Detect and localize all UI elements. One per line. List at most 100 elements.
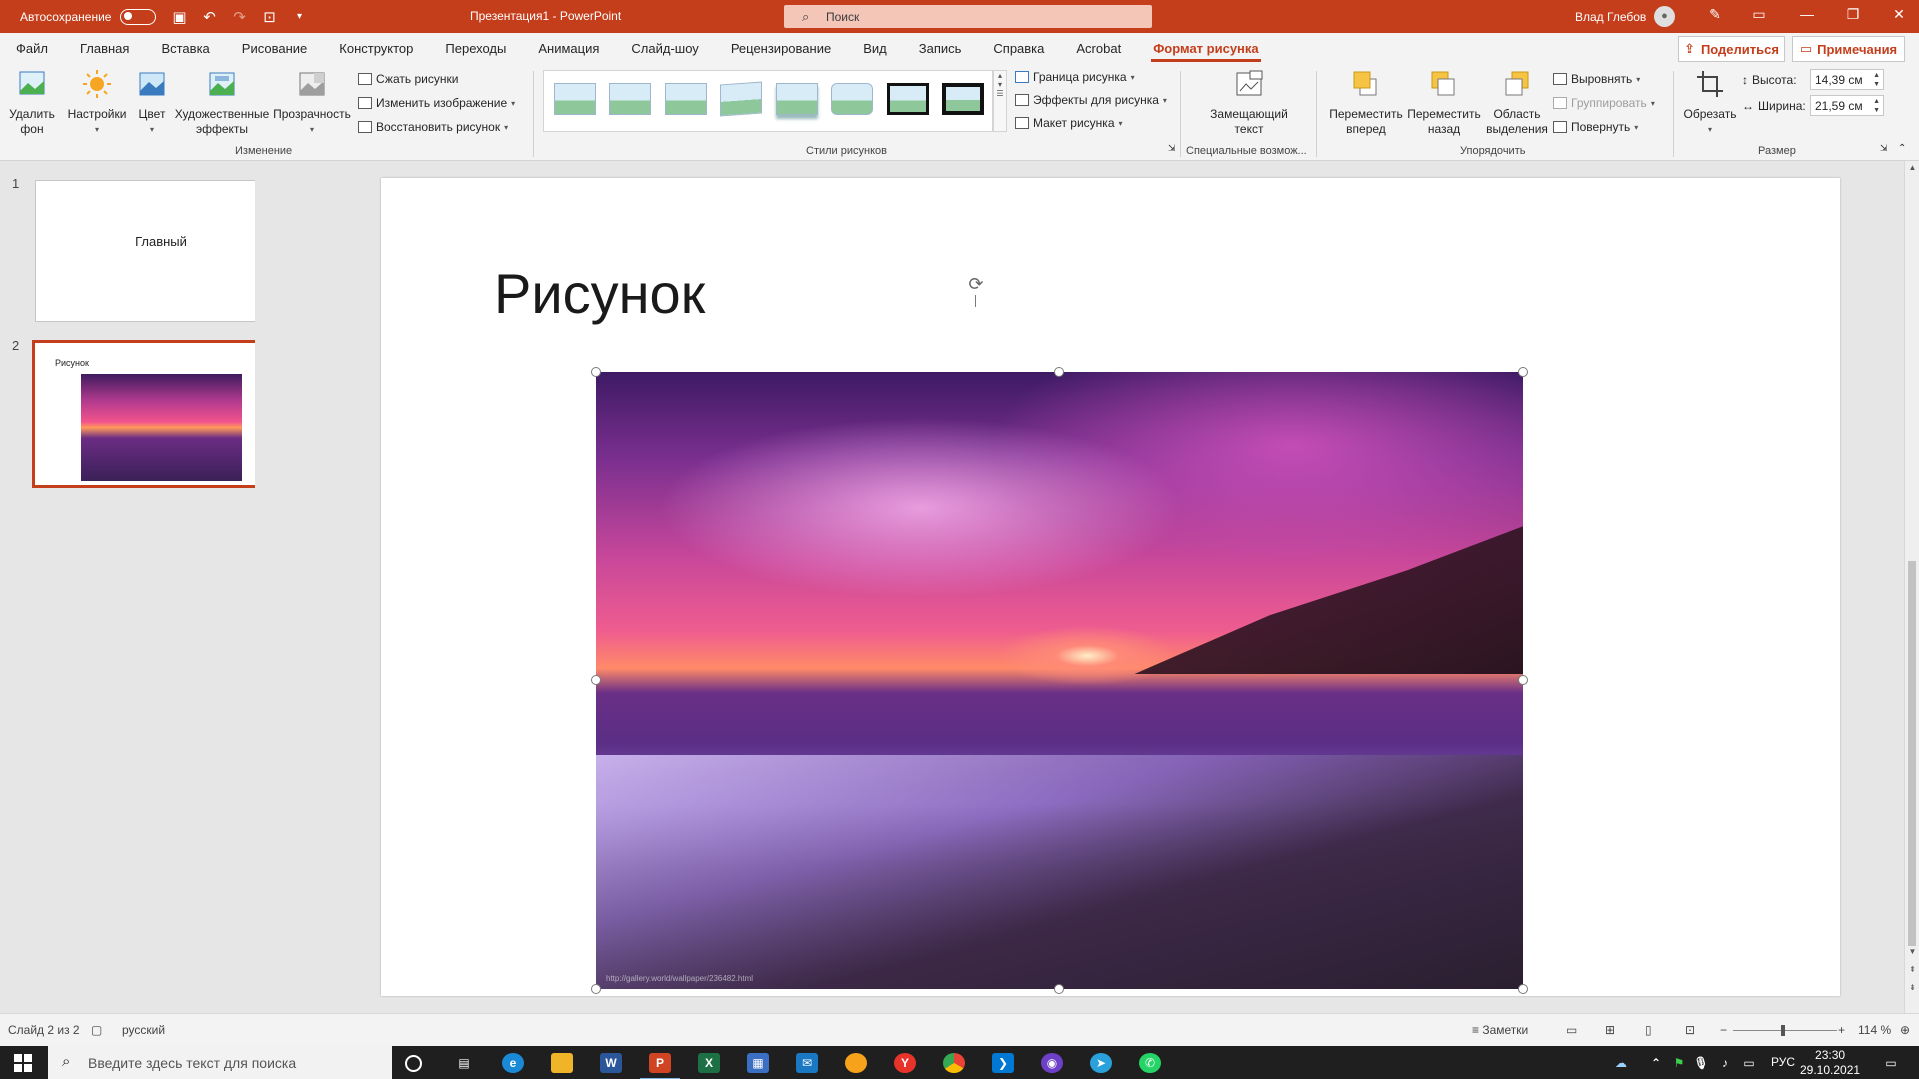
tab-picture-format[interactable]: Формат рисунка bbox=[1137, 33, 1274, 65]
slide-canvas[interactable]: Рисунок ⟳ http://gallery.world/wallpaper… bbox=[381, 178, 1840, 996]
picture-border-button[interactable]: Граница рисунка ▾ bbox=[1015, 70, 1135, 84]
onedrive-icon[interactable]: ☁ bbox=[1610, 1053, 1632, 1073]
comments-button[interactable]: ▭ Примечания bbox=[1792, 36, 1905, 62]
slide-title[interactable]: Рисунок bbox=[494, 261, 705, 326]
powerpoint-taskbar-icon[interactable]: P bbox=[640, 1053, 680, 1079]
remove-background-button[interactable]: Удалить фон bbox=[6, 69, 58, 137]
tab-slideshow[interactable]: Слайд-шоу bbox=[615, 33, 714, 65]
autosave-toggle[interactable] bbox=[120, 8, 157, 25]
minimize-icon[interactable]: — bbox=[1792, 6, 1822, 22]
resize-handle-bottom[interactable] bbox=[1054, 984, 1064, 994]
telegram-icon[interactable]: ➤ bbox=[1090, 1053, 1112, 1073]
chrome-icon[interactable] bbox=[943, 1053, 965, 1073]
picture-style-5[interactable] bbox=[776, 83, 818, 115]
tray-app-icon[interactable]: ⚑ bbox=[1668, 1053, 1690, 1073]
language-status[interactable]: русский bbox=[122, 1023, 165, 1037]
previous-slide-icon[interactable]: ⇞ bbox=[1905, 965, 1919, 974]
picture-style-3[interactable] bbox=[665, 83, 707, 115]
clock[interactable]: 23:30 29.10.2021 bbox=[1800, 1048, 1860, 1078]
network-icon[interactable]: ▭ bbox=[1738, 1053, 1760, 1073]
next-slide-icon[interactable]: ⇟ bbox=[1905, 983, 1919, 992]
slide-thumbnail-2[interactable]: Рисунок bbox=[32, 340, 290, 488]
save-icon[interactable]: ▣ bbox=[170, 8, 188, 26]
corrections-button[interactable]: Настройки ▾ bbox=[66, 69, 128, 137]
spinner-arrows-icon[interactable]: ▲ ▼ bbox=[1873, 71, 1880, 89]
input-language[interactable]: РУС bbox=[1771, 1055, 1795, 1069]
slide-sorter-icon[interactable]: ⊞ bbox=[1605, 1023, 1615, 1037]
vscode-icon[interactable]: ❯ bbox=[992, 1053, 1014, 1073]
picture-style-2[interactable] bbox=[609, 83, 651, 115]
weather-app-icon[interactable] bbox=[845, 1053, 867, 1073]
bring-forward-button[interactable]: Переместить вперед bbox=[1328, 69, 1404, 137]
undo-icon[interactable]: ↶ bbox=[200, 8, 218, 26]
tab-file[interactable]: Файл bbox=[0, 33, 64, 65]
crop-button[interactable]: Обрезать ▾ bbox=[1682, 69, 1738, 137]
windows-start-icon[interactable] bbox=[14, 1054, 32, 1072]
slide-thumbnail-1[interactable]: Главный bbox=[35, 180, 287, 322]
transparency-button[interactable]: Прозрачность ▾ bbox=[272, 69, 352, 137]
fit-slide-icon[interactable]: ⊕ bbox=[1900, 1023, 1910, 1037]
rotate-button[interactable]: Повернуть ▾ bbox=[1553, 120, 1638, 134]
taskbar-search[interactable]: ⌕ Введите здесь текст для поиска bbox=[48, 1046, 392, 1079]
align-button[interactable]: Выровнять ▾ bbox=[1553, 72, 1640, 86]
scrollbar-thumb[interactable] bbox=[1908, 561, 1916, 946]
compress-pictures-button[interactable]: Сжать рисунки bbox=[358, 72, 458, 86]
notes-button[interactable]: ≡ Заметки bbox=[1472, 1023, 1528, 1037]
change-picture-button[interactable]: Изменить изображение ▾ bbox=[358, 96, 515, 110]
vertical-scrollbar[interactable]: ▲ ▼ ⇞ ⇟ bbox=[1904, 161, 1919, 1013]
ribbon-display-icon[interactable]: ▭ bbox=[1744, 6, 1774, 23]
tab-review[interactable]: Рецензирование bbox=[715, 33, 847, 65]
zoom-slider-track[interactable] bbox=[1733, 1030, 1837, 1031]
zoom-out-icon[interactable]: − bbox=[1720, 1023, 1727, 1037]
zoom-slider-thumb[interactable] bbox=[1781, 1025, 1785, 1036]
picture-effects-button[interactable]: Эффекты для рисунка ▾ bbox=[1015, 93, 1167, 107]
restore-icon[interactable]: ❐ bbox=[1838, 6, 1868, 23]
store-icon[interactable]: ▦ bbox=[747, 1053, 769, 1073]
user-name[interactable]: Влад Глебов bbox=[1575, 10, 1646, 24]
styles-dialog-launcher[interactable]: ⇲ bbox=[1168, 143, 1176, 154]
word-icon[interactable]: W bbox=[600, 1053, 622, 1073]
resize-handle-top-left[interactable] bbox=[591, 367, 601, 377]
selected-picture[interactable]: http://gallery.world/wallpaper/236482.ht… bbox=[596, 372, 1523, 989]
avatar[interactable]: ● bbox=[1654, 6, 1675, 27]
picture-style-6[interactable] bbox=[831, 83, 873, 115]
search-box[interactable]: ⌕ Поиск bbox=[784, 5, 1152, 28]
tab-draw[interactable]: Рисование bbox=[226, 33, 323, 65]
collapse-ribbon-icon[interactable]: ⌃ bbox=[1898, 143, 1906, 154]
tab-view[interactable]: Вид bbox=[847, 33, 903, 65]
spellcheck-icon[interactable]: ▢ bbox=[91, 1023, 102, 1037]
tab-design[interactable]: Конструктор bbox=[323, 33, 429, 65]
alt-text-button[interactable]: Замещающий текст bbox=[1204, 69, 1294, 137]
send-backward-button[interactable]: Переместить назад bbox=[1406, 69, 1482, 137]
resize-handle-left[interactable] bbox=[591, 675, 601, 685]
close-icon[interactable]: ✕ bbox=[1884, 6, 1914, 23]
zoom-level[interactable]: 114 % bbox=[1858, 1023, 1891, 1037]
spinner-arrows-icon[interactable]: ▲ ▼ bbox=[1873, 97, 1880, 115]
customize-qat-icon[interactable]: ▾ bbox=[290, 11, 308, 22]
notifications-icon[interactable]: ▭ bbox=[1880, 1053, 1902, 1073]
gallery-scroll[interactable]: ▴ ▾ ☰ bbox=[993, 70, 1007, 132]
selection-pane-button[interactable]: Область выделения bbox=[1484, 69, 1550, 137]
yandex-browser-icon[interactable]: Y bbox=[894, 1053, 916, 1073]
picture-style-4[interactable] bbox=[720, 81, 762, 117]
reset-picture-button[interactable]: Восстановить рисунок ▾ bbox=[358, 120, 508, 134]
group-objects-button[interactable]: Группировать ▾ bbox=[1553, 96, 1655, 110]
task-view-icon[interactable]: ▤ bbox=[453, 1053, 475, 1073]
scroll-down-icon[interactable]: ▼ bbox=[1905, 947, 1919, 956]
github-desktop-icon[interactable]: ◉ bbox=[1041, 1053, 1063, 1073]
tab-transitions[interactable]: Переходы bbox=[429, 33, 522, 65]
rotate-handle-icon[interactable]: ⟳ bbox=[965, 273, 987, 295]
tab-record[interactable]: Запись bbox=[903, 33, 978, 65]
edge-icon[interactable]: e bbox=[502, 1053, 524, 1073]
pen-icon[interactable]: ✎ bbox=[1700, 6, 1730, 23]
whatsapp-icon[interactable]: ✆ bbox=[1139, 1053, 1161, 1073]
color-button[interactable]: Цвет ▾ bbox=[135, 69, 169, 137]
slideshow-start-icon[interactable]: ⊡ bbox=[260, 8, 278, 26]
width-spinner[interactable]: 21,59 см ▲ ▼ bbox=[1810, 95, 1884, 116]
slideshow-view-icon[interactable]: ⊡ bbox=[1685, 1023, 1695, 1037]
volume-icon[interactable]: ♪ bbox=[1714, 1053, 1736, 1073]
resize-handle-top-right[interactable] bbox=[1518, 367, 1528, 377]
excel-icon[interactable]: X bbox=[698, 1053, 720, 1073]
resize-handle-right[interactable] bbox=[1518, 675, 1528, 685]
share-button[interactable]: ⇪ Поделиться bbox=[1678, 36, 1785, 62]
